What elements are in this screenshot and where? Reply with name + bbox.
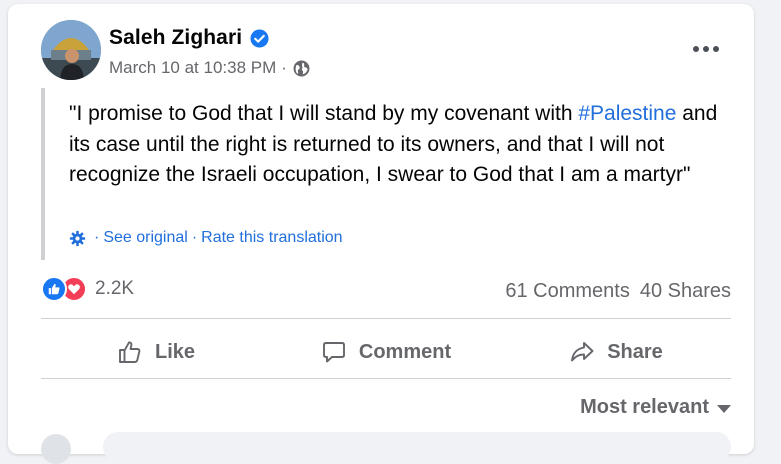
share-button[interactable]: Share xyxy=(501,322,731,382)
like-button[interactable]: Like xyxy=(41,322,271,382)
author-name-row: Saleh Zighari xyxy=(109,26,269,50)
shares-count[interactable]: 40 Shares xyxy=(640,280,731,303)
comment-label: Comment xyxy=(358,340,452,363)
hashtag-link[interactable]: #Palestine xyxy=(578,102,676,125)
share-label: Share xyxy=(607,340,663,363)
post-text-start: "I promise to God that I will stand by m… xyxy=(69,102,579,125)
like-label: Like xyxy=(154,340,196,363)
translation-separator: · xyxy=(94,229,100,246)
post-body: "I promise to God that I will stand by m… xyxy=(69,99,739,191)
like-reaction-icon xyxy=(41,276,67,302)
translation-separator: · xyxy=(191,229,198,246)
caret-down-icon xyxy=(717,404,731,413)
rate-translation-link[interactable]: Rate this translation xyxy=(201,229,342,247)
sort-label: Most relevant xyxy=(580,396,709,418)
comments-count[interactable]: 61 Comments xyxy=(505,280,630,303)
thumbs-up-icon xyxy=(119,341,141,363)
post-meta: March 10 at 10:38 PM · xyxy=(109,58,310,78)
gear-icon[interactable] xyxy=(69,230,86,247)
globe-icon[interactable] xyxy=(293,60,310,77)
post-stats: 61 Comments 40 Shares xyxy=(505,280,731,303)
action-bar: Like Comment Share xyxy=(41,322,731,382)
reactions-summary[interactable]: 2.2K xyxy=(41,276,134,302)
author-name[interactable]: Saleh Zighari xyxy=(109,26,242,50)
divider-bottom xyxy=(41,378,731,379)
more-options-icon[interactable] xyxy=(686,34,726,64)
meta-separator: · xyxy=(281,58,287,77)
reaction-count[interactable]: 2.2K xyxy=(95,278,134,300)
translation-row: · See original · Rate this translation xyxy=(69,229,343,247)
post-card: Saleh Zighari March 10 at 10:38 PM · "I … xyxy=(8,4,754,464)
author-avatar[interactable] xyxy=(41,20,101,80)
comment-bubble-icon xyxy=(322,342,345,363)
share-arrow-icon xyxy=(571,342,594,362)
comment-preview[interactable] xyxy=(103,432,731,462)
see-original-link[interactable]: See original xyxy=(103,229,188,247)
divider-top xyxy=(41,318,731,319)
comment-button[interactable]: Comment xyxy=(271,322,501,382)
comment-sort-dropdown[interactable]: Most relevant xyxy=(580,396,731,419)
verified-badge-icon xyxy=(250,28,269,48)
translation-quote-bar xyxy=(41,88,45,260)
post-timestamp[interactable]: March 10 at 10:38 PM xyxy=(109,58,276,78)
